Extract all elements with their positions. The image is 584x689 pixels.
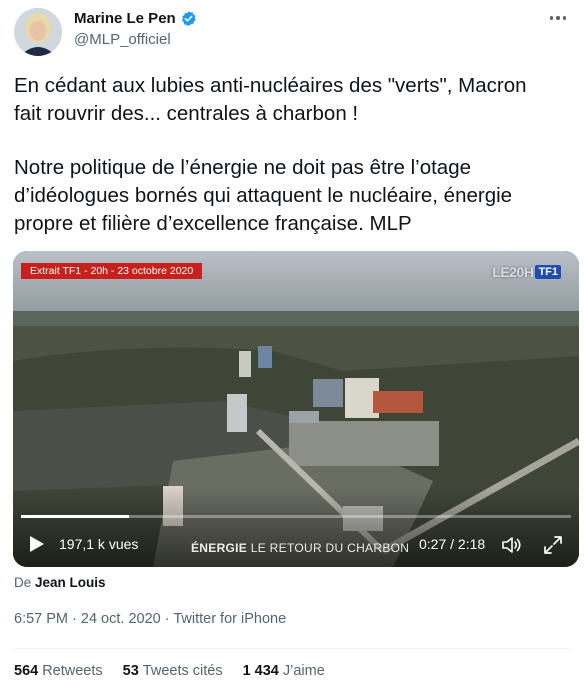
video-progress-bar[interactable] — [21, 515, 571, 518]
retweets-stat[interactable]: 564 Retweets — [14, 663, 103, 679]
likes-stat[interactable]: 1 434 J’aime — [243, 663, 325, 679]
likes-count: 1 434 — [242, 663, 279, 679]
display-name[interactable]: Marine Le Pen — [74, 10, 176, 27]
author-info: Marine Le Pen @MLP_officiel — [74, 10, 197, 48]
video-controls: 197,1 k vues ÉNERGIE LE RETOUR DU CHARBO… — [13, 521, 579, 567]
caption-headline: LE RETOUR DU CHARBON — [250, 541, 410, 555]
verified-badge-icon — [180, 10, 197, 27]
fullscreen-icon[interactable] — [543, 535, 563, 555]
video-caption: ÉNERGIE LE RETOUR DU CHARBON — [191, 541, 409, 555]
likes-label: J’aime — [282, 663, 325, 679]
avatar[interactable] — [14, 8, 62, 56]
attribution-prefix: De — [14, 575, 32, 590]
tweet-timestamp[interactable]: 6:57 PM · 24 oct. 2020 · Twitter for iPh… — [14, 611, 286, 627]
retweets-count: 564 — [14, 663, 39, 679]
tweet-line: fait rouvrir des... centrales à charbon … — [14, 102, 359, 125]
user-handle[interactable]: @MLP_officiel — [74, 31, 197, 48]
volume-icon[interactable] — [501, 535, 523, 555]
video-player[interactable]: Extrait TF1 - 20h - 23 octobre 2020 LE20… — [13, 251, 579, 567]
attribution-author[interactable]: Jean Louis — [35, 575, 106, 590]
channel-20h-label: LE20H — [492, 264, 534, 280]
tweet-line: En cédant aux lubies anti-nucléaires des… — [14, 74, 527, 97]
play-icon[interactable] — [29, 535, 45, 553]
tweet-line: Notre politique de l’énergie ne doit pas… — [14, 156, 471, 179]
view-count: 197,1 k vues — [59, 536, 139, 552]
tweet-header: Marine Le Pen @MLP_officiel — [14, 8, 570, 58]
video-source-badge: Extrait TF1 - 20h - 23 octobre 2020 — [21, 263, 203, 279]
channel-logo: LE20H TF1 — [492, 264, 561, 280]
divider — [14, 648, 570, 649]
more-options-icon[interactable] — [548, 8, 568, 28]
retweets-label: Retweets — [42, 663, 103, 679]
video-frame — [13, 251, 579, 567]
video-progress-fill — [21, 515, 129, 518]
video-time: 0:27 / 2:18 — [419, 536, 486, 552]
tweet-line: d’idéologues bornés qui attaquent le nuc… — [14, 184, 513, 207]
video-attribution: De Jean Louis — [14, 575, 106, 590]
quotes-count: 53 — [122, 663, 139, 679]
quote-tweets-stat[interactable]: 53 Tweets cités — [123, 663, 223, 679]
quotes-label: Tweets cités — [142, 663, 223, 679]
channel-tf1-label: TF1 — [535, 265, 561, 279]
tweet-line: propre et filière d’excellence française… — [14, 212, 412, 235]
caption-topic: ÉNERGIE — [191, 541, 248, 555]
tweet-stats: 564 Retweets 53 Tweets cités 1 434 J’aime — [14, 663, 325, 679]
tweet-text: En cédant aux lubies anti-nucléaires des… — [14, 72, 574, 238]
